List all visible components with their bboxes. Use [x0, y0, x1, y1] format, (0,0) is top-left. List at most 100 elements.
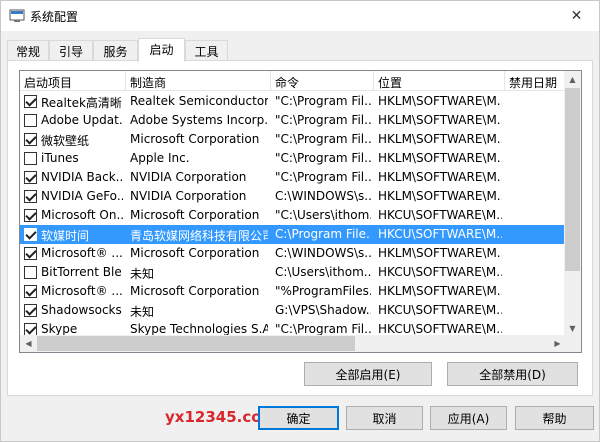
list-item[interactable]: iTunes Apple Inc. "C:\Program Fil... HKLM\S…	[20, 149, 566, 168]
location-cell: HKLM\SOFTWARE\M...	[378, 94, 502, 108]
manufacturer-cell: 青岛软媒网络科技有限公司	[130, 229, 268, 243]
location-cell: HKLM\SOFTWARE\M...	[378, 132, 502, 146]
startup-checkbox[interactable]	[24, 266, 37, 279]
column-header-command[interactable]: 命令	[271, 71, 374, 91]
list-item[interactable]: Microsoft® ... Microsoft Corporation "%Pro…	[20, 282, 566, 301]
command-cell: "C:\Program Fil...	[275, 151, 371, 165]
command-cell: G:\VPS\Shadow...	[275, 303, 371, 317]
command-cell: "C:\Program Fil...	[275, 170, 371, 184]
tab-tools[interactable]: 工具	[185, 40, 228, 61]
tab-tools-label: 工具	[194, 45, 219, 59]
startup-item-name: Microsoft® ...	[41, 246, 123, 260]
close-icon: ✕	[570, 8, 583, 24]
system-config-icon	[9, 9, 25, 22]
list-item[interactable]: 软媒时间 青岛软媒网络科技有限公司 C:\Program File... HKCU\S…	[20, 225, 566, 244]
horizontal-scroll-thumb[interactable]	[37, 336, 355, 351]
column-header-startup-item[interactable]: 启动项目	[20, 71, 126, 91]
manufacturer-cell: Adobe Systems Incorp...	[130, 113, 268, 127]
startup-item-name: Realtek高清晰...	[41, 96, 123, 110]
startup-item-name: iTunes	[41, 151, 79, 165]
command-cell: C:\Program File...	[275, 227, 371, 241]
command-cell: "C:\Program Fil...	[275, 94, 371, 108]
list-item[interactable]: Shadowsocks 未知 G:\VPS\Shadow... HKCU\SOFTWA…	[20, 301, 566, 320]
startup-item-name: Microsoft® ...	[41, 284, 123, 298]
command-cell: C:\WINDOWS\s...	[275, 246, 371, 260]
tab-startup-label: 启动	[149, 43, 174, 57]
list-item[interactable]: Adobe Updat... Adobe Systems Incorp... "C:…	[20, 111, 566, 130]
column-header-manufacturer[interactable]: 制造商	[126, 71, 271, 91]
tab-startup[interactable]: 启动	[138, 38, 185, 62]
command-cell: "%ProgramFiles...	[275, 284, 371, 298]
manufacturer-cell: Microsoft Corporation	[130, 208, 260, 222]
startup-checkbox[interactable]	[24, 228, 37, 241]
horizontal-scrollbar[interactable]: ◀ ▶	[20, 335, 566, 352]
startup-checkbox[interactable]	[24, 209, 37, 222]
startup-panel: 启动项目 制造商 命令 位置 禁用日期 Realtek高清晰...Realtek…	[7, 60, 593, 396]
startup-checkbox[interactable]	[24, 114, 37, 127]
apply-button[interactable]: 应用(A)	[430, 406, 507, 430]
location-cell: HKCU\SOFTWARE\M...	[378, 208, 502, 222]
command-cell: C:\Users\ithom...	[275, 265, 371, 279]
command-cell: C:\WINDOWS\s...	[275, 189, 371, 203]
manufacturer-cell: NVIDIA Corporation	[130, 170, 247, 184]
command-cell: "C:\Users\ithom...	[275, 208, 371, 222]
tab-boot-label: 引导	[58, 45, 83, 59]
location-cell: HKCU\SOFTWARE\M...	[378, 227, 502, 241]
close-button[interactable]: ✕	[554, 1, 599, 31]
startup-item-name: BitTorrent Ble...	[41, 265, 123, 279]
startup-item-name: 软媒时间	[41, 229, 90, 243]
manufacturer-cell: Microsoft Corporation	[130, 132, 260, 146]
startup-checkbox[interactable]	[24, 190, 37, 203]
startup-checkbox[interactable]	[24, 304, 37, 317]
startup-checkbox[interactable]	[24, 152, 37, 165]
startup-item-name: NVIDIA Back...	[41, 170, 123, 184]
list-item[interactable]: 微软壁纸 Microsoft Corporation "C:\Program Fil…	[20, 130, 566, 149]
startup-items-list[interactable]: 启动项目 制造商 命令 位置 禁用日期 Realtek高清晰...Realtek…	[19, 70, 582, 353]
tab-general[interactable]: 常规	[7, 40, 49, 61]
manufacturer-cell: Microsoft Corporation	[130, 284, 260, 298]
ok-button[interactable]: 确定	[258, 406, 339, 430]
list-item[interactable]: NVIDIA Back... NVIDIA Corporation "C:\Prog…	[20, 168, 566, 187]
startup-checkbox[interactable]	[24, 133, 37, 146]
command-cell: "C:\Program Fil...	[275, 113, 371, 127]
location-cell: HKLM\SOFTWARE\M...	[378, 284, 502, 298]
startup-checkbox[interactable]	[24, 285, 37, 298]
column-header-location[interactable]: 位置	[374, 71, 505, 91]
tab-services-label: 服务	[103, 45, 128, 59]
location-cell: HKCU\SOFTWARE\M...	[378, 265, 502, 279]
location-cell: HKCU\SOFTWARE\M...	[378, 322, 502, 336]
startup-item-name: Skype	[41, 322, 78, 336]
help-button[interactable]: 帮助	[515, 406, 594, 430]
cancel-button[interactable]: 取消	[346, 406, 423, 430]
manufacturer-cell: Apple Inc.	[130, 151, 190, 165]
scroll-left-arrow-icon[interactable]: ◀	[20, 335, 37, 352]
manufacturer-cell: 未知	[130, 267, 155, 281]
list-item[interactable]: Microsoft On... Microsoft Corporation "C:\…	[20, 206, 566, 225]
list-item[interactable]: NVIDIA GeFo... NVIDIA Corporation C:\WINDO…	[20, 187, 566, 206]
startup-item-name: 微软壁纸	[41, 134, 90, 148]
column-header-disabled-date[interactable]: 禁用日期	[505, 71, 566, 91]
location-cell: HKLM\SOFTWARE\M...	[378, 189, 502, 203]
startup-checkbox[interactable]	[24, 171, 37, 184]
startup-checkbox[interactable]	[24, 247, 37, 260]
tab-boot[interactable]: 引导	[49, 40, 93, 61]
location-cell: HKLM\SOFTWARE\M...	[378, 246, 502, 260]
enable-all-button[interactable]: 全部启用(E)	[304, 362, 432, 386]
command-cell: "C:\Program Fil...	[275, 322, 371, 336]
list-header: 启动项目 制造商 命令 位置 禁用日期	[20, 71, 566, 91]
list-item[interactable]: Microsoft® ... Microsoft Corporation C:\WI…	[20, 244, 566, 263]
scroll-up-arrow-icon[interactable]: ▲	[564, 71, 581, 88]
startup-checkbox[interactable]	[24, 95, 37, 108]
vertical-scrollbar[interactable]: ▲ ▼	[564, 71, 581, 337]
vertical-scroll-thumb[interactable]	[565, 88, 580, 271]
list-item[interactable]: Realtek高清晰... Realtek Semiconductor "C:\Pr…	[20, 92, 566, 111]
startup-item-name: Microsoft On...	[41, 208, 123, 222]
system-config-window: 系统配置 ✕ 常规 引导 服务 启动 工具 启动项目 制造商 命令 位置 禁用日…	[0, 0, 600, 442]
manufacturer-cell: NVIDIA Corporation	[130, 189, 247, 203]
tab-services[interactable]: 服务	[93, 40, 138, 61]
location-cell: HKLM\SOFTWARE\M...	[378, 113, 502, 127]
startup-item-name: Shadowsocks	[41, 303, 122, 317]
list-item[interactable]: BitTorrent Ble... 未知 C:\Users\ithom... HKCU…	[20, 263, 566, 282]
disable-all-button[interactable]: 全部禁用(D)	[447, 362, 578, 386]
manufacturer-cell: Skype Technologies S.A.	[130, 322, 268, 336]
